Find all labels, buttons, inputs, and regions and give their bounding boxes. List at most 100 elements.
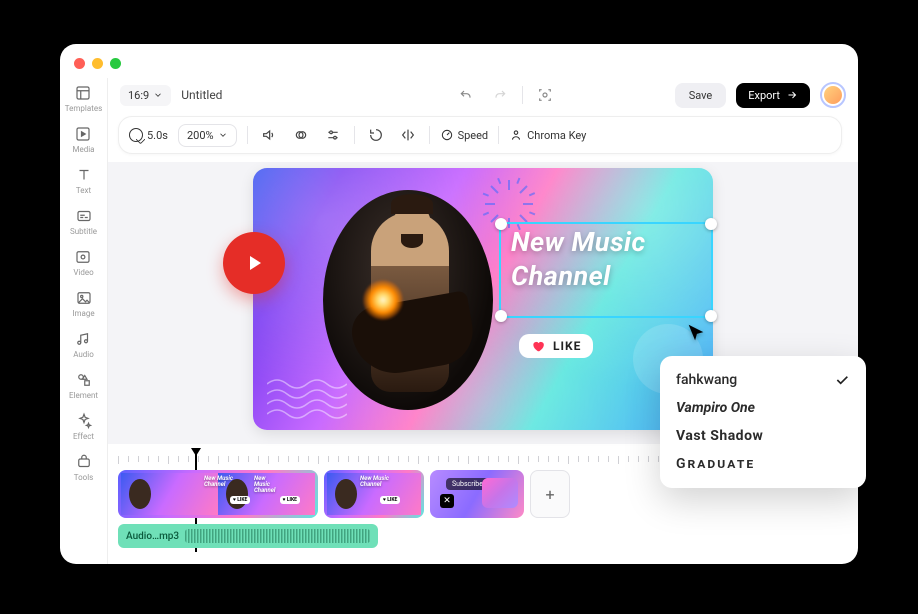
decoration-waves [267,374,347,424]
chevron-down-icon [218,130,228,140]
sidebar-item-subtitle[interactable]: Subtitle [70,207,97,236]
speed-button[interactable]: Speed [440,128,489,142]
top-bar: 16:9 Save Export [108,78,858,112]
volume-button[interactable] [258,124,280,146]
effect-icon [75,412,93,430]
resize-handle-tl[interactable] [495,218,507,230]
sidebar-item-templates[interactable]: Templates [65,84,102,113]
color-button[interactable] [290,124,312,146]
window-traffic-lights [74,58,121,69]
volume-icon [261,127,277,143]
focus-button[interactable] [533,83,557,107]
check-icon [834,372,850,388]
font-option-vampiro[interactable]: Vampiro One [660,394,866,422]
video-clip-3[interactable]: Subscribe ✕ [430,470,524,518]
like-label: LIKE [553,339,581,353]
undo-button[interactable] [454,83,478,107]
export-label: Export [748,89,780,102]
export-button[interactable]: Export [736,83,810,108]
sidebar-label: Element [69,391,98,400]
video-clip-1[interactable]: New MusicChannel♥ LIKE New MusicChannel♥… [118,470,318,518]
speed-label: Speed [458,129,489,142]
audio-clip[interactable]: Audio…mp3 [118,524,378,548]
resize-handle-tr[interactable] [705,218,717,230]
sidebar-label: Tools [74,473,94,482]
sidebar-label: Audio [73,350,94,359]
aspect-ratio-value: 16:9 [128,89,149,102]
app-window: Templates Media Text Subtitle Video Imag… [60,44,858,564]
sidebar-item-tools[interactable]: Tools [74,453,94,482]
font-option-fahkwang[interactable]: fahkwang [660,366,866,394]
play-icon [242,251,266,275]
audio-icon [74,330,92,348]
youtube-badge[interactable] [223,232,285,294]
flip-icon [400,127,416,143]
font-name: Vampiro One [676,400,755,416]
sidebar-label: Effect [73,432,94,441]
headline-text[interactable]: New Music Channel [511,226,646,294]
text-icon [75,166,93,184]
chevron-down-icon [153,90,163,100]
redo-button[interactable] [488,83,512,107]
cursor-pointer [685,322,707,348]
element-icon [75,371,93,389]
add-clip-button[interactable]: + [530,470,570,518]
sidebar-label: Video [73,268,93,277]
window-minimize-button[interactable] [92,58,103,69]
zoom-dropdown[interactable]: 200% [178,124,237,147]
sidebar-label: Templates [65,104,102,113]
resize-handle-br[interactable] [705,310,717,322]
video-clip-2[interactable]: New MusicChannel♥ LIKE [324,470,424,518]
project-title-input[interactable] [181,88,337,102]
font-name: Vast Shadow [676,428,763,444]
crosshair-icon [537,87,553,103]
overlap-icon [293,127,309,143]
aspect-ratio-dropdown[interactable]: 16:9 [120,85,171,106]
sidebar-item-element[interactable]: Element [69,371,98,400]
video-track: New MusicChannel♥ LIKE New MusicChannel♥… [118,470,570,518]
like-chip[interactable]: LIKE [519,334,593,358]
sidebar-item-effect[interactable]: Effect [73,412,94,441]
chroma-key-button[interactable]: Chroma Key [509,128,586,142]
undo-icon [458,87,474,103]
person-photo-oval[interactable] [323,190,493,410]
media-icon [74,125,92,143]
chroma-label: Chroma Key [527,129,586,142]
sidebar-label: Media [72,145,94,154]
audio-clip-label: Audio…mp3 [126,531,179,542]
font-name: Graduate [676,456,755,472]
resize-handle-bl[interactable] [495,310,507,322]
sliders-icon [325,127,341,143]
left-sidebar: Templates Media Text Subtitle Video Imag… [60,78,108,564]
font-option-graduate[interactable]: Graduate [660,450,866,478]
user-avatar[interactable] [820,82,846,108]
adjust-button[interactable] [322,124,344,146]
rotate-icon [368,127,384,143]
save-button[interactable]: Save [675,83,727,108]
font-option-vast[interactable]: Vast Shadow [660,422,866,450]
divider [498,126,499,144]
divider [247,126,248,144]
sidebar-item-media[interactable]: Media [72,125,94,154]
window-close-button[interactable] [74,58,85,69]
rotate-button[interactable] [365,124,387,146]
person-icon [509,128,523,142]
sidebar-item-text[interactable]: Text [75,166,93,195]
sidebar-item-image[interactable]: Image [72,289,94,318]
heart-icon [531,339,545,353]
flip-button[interactable] [397,124,419,146]
window-maximize-button[interactable] [110,58,121,69]
duration-value: 5.0s [147,129,168,142]
video-canvas[interactable]: New Music Channel LIKE [253,168,713,430]
duration-chip[interactable]: 5.0s [129,128,168,142]
sidebar-item-video[interactable]: Video [73,248,93,277]
clip-close-icon: ✕ [440,494,454,508]
sidebar-item-audio[interactable]: Audio [73,330,94,359]
sidebar-label: Image [72,309,94,318]
sidebar-label: Subtitle [70,227,97,236]
video-icon [74,248,92,266]
image-icon [75,289,93,307]
arrow-right-icon [786,89,798,101]
canvas-toolbar: 5.0s 200% Speed Chroma Key [118,116,842,154]
subtitle-icon [75,207,93,225]
